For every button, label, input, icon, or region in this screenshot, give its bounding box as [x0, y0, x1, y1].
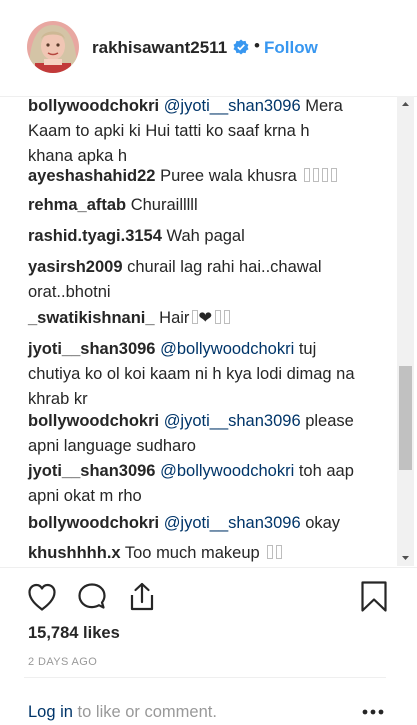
comment-mention[interactable]: @jyoti__shan3096: [164, 514, 301, 532]
comment-username[interactable]: rashid.tyagi.3154: [28, 227, 162, 245]
separator-dot: •: [254, 36, 260, 55]
scroll-up-arrow-icon[interactable]: [397, 96, 414, 113]
comments-list[interactable]: bollywoodchokri @jyoti__shan3096 Mera Ka…: [0, 96, 396, 566]
footer-divider: [24, 677, 386, 678]
comments-scrollbar[interactable]: [397, 96, 414, 566]
comment-item: rashid.tyagi.3154 Wah pagal: [28, 224, 358, 249]
comment-text: Too much makeup: [120, 544, 260, 562]
comment-item: rehma_aftab Churailllll: [28, 193, 358, 218]
comment-username[interactable]: bollywoodchokri: [28, 97, 159, 115]
speech-bubble-icon[interactable]: [76, 581, 108, 618]
comment-username[interactable]: rehma_aftab: [28, 196, 126, 214]
glyph-placeholder: [264, 544, 283, 562]
more-options-icon[interactable]: [360, 700, 386, 720]
scrollbar-thumb[interactable]: [399, 366, 412, 470]
comment-username[interactable]: yasirsh2009: [28, 258, 123, 276]
comment-text: Hair: [154, 309, 190, 327]
comment-text: Wah pagal: [161, 227, 245, 245]
comment-username[interactable]: bollywoodchokri: [28, 412, 159, 430]
comment-mention[interactable]: @jyoti__shan3096: [164, 97, 301, 115]
comment-item: ayeshashahid22 Puree wala khusra: [28, 164, 358, 189]
comment-username[interactable]: bollywoodchokri: [28, 514, 159, 532]
login-prompt: Log in to like or comment.: [28, 703, 217, 722]
comment-text: Puree wala khusra: [155, 167, 297, 185]
verified-badge-icon: [233, 39, 249, 55]
share-upload-icon[interactable]: [127, 581, 157, 618]
comment-text: okay: [300, 514, 341, 532]
glyph-placeholder: [301, 167, 338, 185]
comment-item: yasirsh2009 churail lag rahi hai..chawal…: [28, 255, 358, 305]
comment-username[interactable]: khushhhh.x: [28, 544, 121, 562]
comment-text: Churailllll: [126, 196, 198, 214]
bookmark-icon[interactable]: [359, 580, 389, 619]
comment-item: jyoti__shan3096 @bollywoodchokri tuj chu…: [28, 337, 358, 412]
login-link[interactable]: Log in: [28, 703, 73, 721]
heart-emoji: ❤: [198, 309, 213, 327]
login-prompt-text: to like or comment.: [72, 703, 217, 721]
comment-item: bollywoodchokri @jyoti__shan3096 please …: [28, 409, 358, 459]
comment-item: bollywoodchokri @jyoti__shan3096 okay: [28, 511, 358, 536]
comment-username[interactable]: jyoti__shan3096: [28, 462, 156, 480]
heart-outline-icon[interactable]: [26, 582, 58, 617]
section-divider: [0, 567, 417, 568]
comment-item: _swatikishnani_ Hair ❤: [28, 306, 358, 331]
comment-mention[interactable]: @jyoti__shan3096: [164, 412, 301, 430]
post-header: rakhisawant2511 • Follow: [0, 0, 417, 97]
scroll-down-arrow-icon[interactable]: [397, 549, 414, 566]
comment-mention[interactable]: @bollywoodchokri: [160, 462, 294, 480]
comment-username[interactable]: _swatikishnani_: [28, 309, 155, 327]
comment-username[interactable]: ayeshashahid22: [28, 167, 156, 185]
follow-button[interactable]: Follow: [264, 38, 318, 58]
comment-item: jyoti__shan3096 @bollywoodchokri toh aap…: [28, 459, 358, 509]
avatar[interactable]: [27, 21, 79, 73]
comment-username[interactable]: jyoti__shan3096: [28, 340, 156, 358]
comment-item: bollywoodchokri @jyoti__shan3096 Mera Ka…: [28, 96, 358, 169]
comment-item: khushhhh.x Too much makeup: [28, 541, 358, 566]
likes-count[interactable]: 15,784 likes: [28, 624, 120, 643]
post-timestamp[interactable]: 2 DAYS AGO: [28, 656, 97, 668]
username[interactable]: rakhisawant2511: [92, 38, 227, 58]
comment-mention[interactable]: @bollywoodchokri: [160, 340, 294, 358]
